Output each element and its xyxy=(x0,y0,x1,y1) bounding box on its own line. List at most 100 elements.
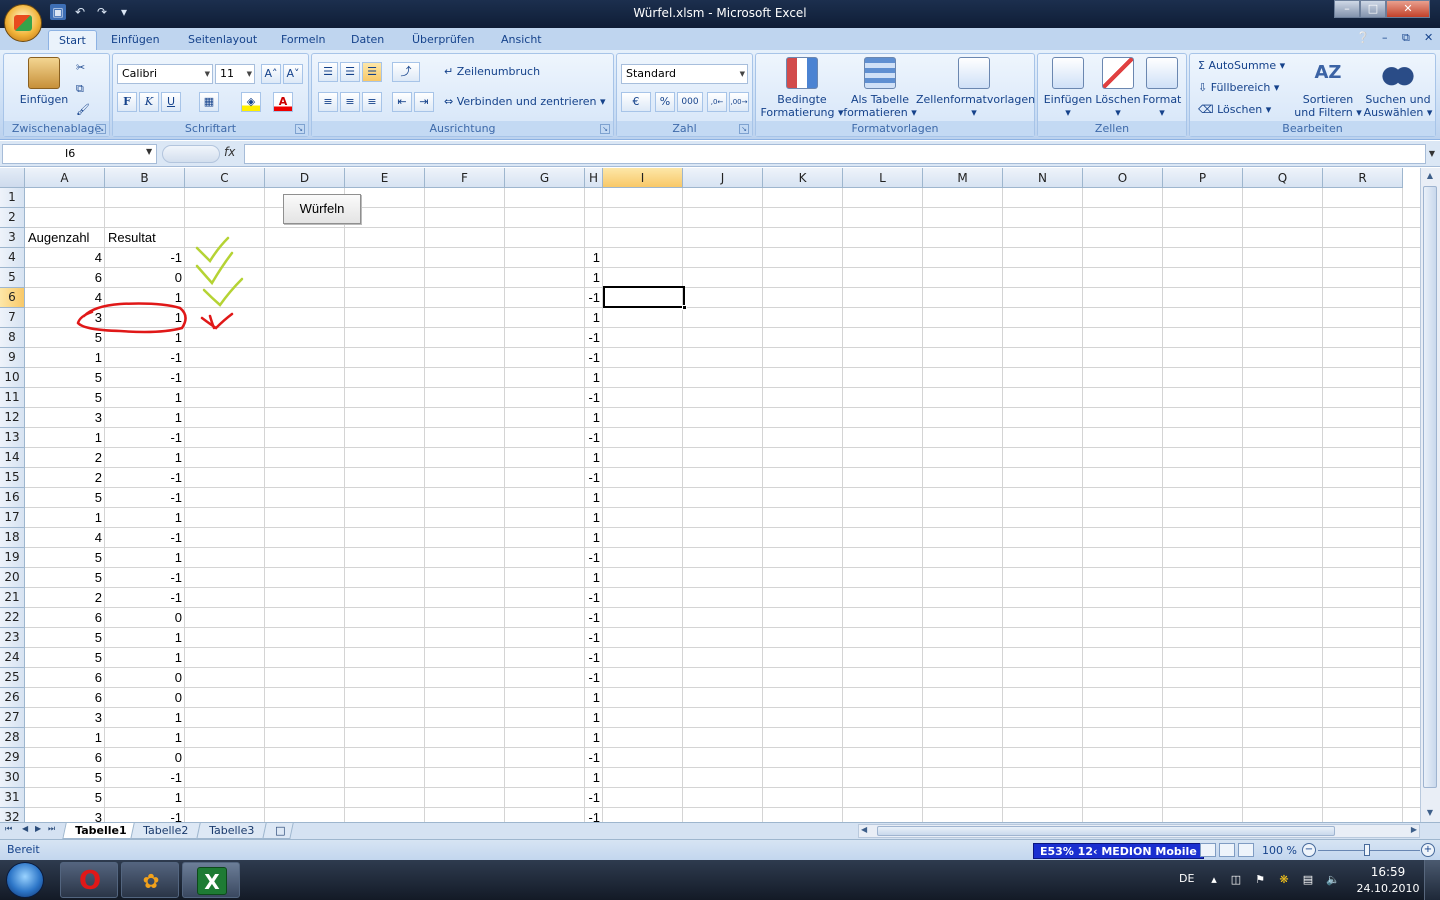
cell-b6[interactable]: 1 xyxy=(105,288,185,308)
row-header-1[interactable]: 1 xyxy=(0,188,25,208)
orientation-icon[interactable]: ⤴ xyxy=(392,62,420,82)
alignment-launcher-icon[interactable]: ↘ xyxy=(600,124,610,134)
row-header-17[interactable]: 17 xyxy=(0,508,25,528)
column-header-r[interactable]: R xyxy=(1323,168,1403,188)
cell-h4[interactable]: 1 xyxy=(585,248,603,268)
cell-h30[interactable]: 1 xyxy=(585,768,603,788)
column-header-o[interactable]: O xyxy=(1083,168,1163,188)
wuerfeln-button[interactable]: Würfeln xyxy=(283,194,361,224)
tray-show-hidden-icon[interactable]: ▴ xyxy=(1208,874,1220,886)
column-header-g[interactable]: G xyxy=(505,168,585,188)
column-header-b[interactable]: B xyxy=(105,168,185,188)
cell-b4[interactable]: -1 xyxy=(105,248,185,268)
row-header-3[interactable]: 3 xyxy=(0,228,25,248)
tray-network-icon[interactable]: ▤ xyxy=(1302,874,1314,886)
cell-h23[interactable]: -1 xyxy=(585,628,603,648)
show-desktop-button[interactable] xyxy=(1424,860,1440,900)
column-header-f[interactable]: F xyxy=(425,168,505,188)
cell-h8[interactable]: -1 xyxy=(585,328,603,348)
cell-b31[interactable]: 1 xyxy=(105,788,185,808)
insert-function-button[interactable]: fx xyxy=(224,145,235,159)
cell-b14[interactable]: 1 xyxy=(105,448,185,468)
font-size-combo[interactable]: 11 ▼ xyxy=(215,64,255,84)
cell-a32[interactable]: 3 xyxy=(25,808,105,822)
cell-b5[interactable]: 0 xyxy=(105,268,185,288)
align-middle-icon[interactable]: ☰ xyxy=(340,62,360,82)
increase-indent-icon[interactable]: ⇥ xyxy=(414,92,434,112)
row-header-6[interactable]: 6 xyxy=(0,288,25,308)
cell-a23[interactable]: 5 xyxy=(25,628,105,648)
help-icon[interactable]: ❔ xyxy=(1356,31,1370,44)
sheet-tab-tabelle3[interactable]: Tabelle3 xyxy=(196,823,267,839)
cell-a4[interactable]: 4 xyxy=(25,248,105,268)
tab-daten[interactable]: Daten xyxy=(341,30,394,50)
cell-b28[interactable]: 1 xyxy=(105,728,185,748)
row-header-29[interactable]: 29 xyxy=(0,748,25,768)
scroll-down-icon[interactable]: ▼ xyxy=(1423,806,1437,820)
column-header-j[interactable]: J xyxy=(683,168,763,188)
tray-star-icon[interactable]: ❋ xyxy=(1278,874,1290,886)
cell-h27[interactable]: 1 xyxy=(585,708,603,728)
ribbon-close-icon[interactable]: ✕ xyxy=(1424,31,1433,44)
cell-h16[interactable]: 1 xyxy=(585,488,603,508)
delete-cells-button[interactable]: Löschen ▾ xyxy=(1094,57,1142,119)
cell-a3-augenzahl[interactable]: Augenzahl xyxy=(25,228,105,248)
wrap-text-button[interactable]: ↵ Zeilenumbruch xyxy=(444,62,540,82)
font-launcher-icon[interactable]: ↘ xyxy=(295,124,305,134)
cell-a16[interactable]: 5 xyxy=(25,488,105,508)
currency-icon[interactable]: € xyxy=(621,92,651,112)
row-header-8[interactable]: 8 xyxy=(0,328,25,348)
cell-b9[interactable]: -1 xyxy=(105,348,185,368)
font-color-button[interactable]: A xyxy=(273,92,293,112)
ribbon-minimize-icon[interactable]: – xyxy=(1382,31,1388,44)
cell-h26[interactable]: 1 xyxy=(585,688,603,708)
copy-icon[interactable]: ⧉ xyxy=(76,79,84,99)
row-header-9[interactable]: 9 xyxy=(0,348,25,368)
row-header-27[interactable]: 27 xyxy=(0,708,25,728)
align-left-icon[interactable]: ≡ xyxy=(318,92,338,112)
cell-b15[interactable]: -1 xyxy=(105,468,185,488)
fill-color-icon[interactable]: ◈ xyxy=(241,92,261,112)
column-header-a[interactable]: A xyxy=(25,168,105,188)
insert-cells-button[interactable]: Einfügen ▾ xyxy=(1042,57,1094,119)
merge-center-button[interactable]: ⇔ Verbinden und zentrieren ▾ xyxy=(444,92,606,112)
cell-h29[interactable]: -1 xyxy=(585,748,603,768)
tab-ueberpruefen[interactable]: Überprüfen xyxy=(402,30,484,50)
cell-a8[interactable]: 5 xyxy=(25,328,105,348)
cell-b29[interactable]: 0 xyxy=(105,748,185,768)
row-header-31[interactable]: 31 xyxy=(0,788,25,808)
align-top-icon[interactable]: ☰ xyxy=(318,62,338,82)
row-header-2[interactable]: 2 xyxy=(0,208,25,228)
row-header-5[interactable]: 5 xyxy=(0,268,25,288)
format-as-table-button[interactable]: Als Tabelle formatieren ▾ xyxy=(842,57,918,119)
next-sheet-icon[interactable]: ▶ xyxy=(35,824,41,833)
normal-view-icon[interactable] xyxy=(1200,843,1216,857)
sheet-tab-tabelle2[interactable]: Tabelle2 xyxy=(130,823,201,839)
cell-h15[interactable]: -1 xyxy=(585,468,603,488)
decrease-indent-icon[interactable]: ⇤ xyxy=(392,92,412,112)
column-header-q[interactable]: Q xyxy=(1243,168,1323,188)
row-header-15[interactable]: 15 xyxy=(0,468,25,488)
row-header-28[interactable]: 28 xyxy=(0,728,25,748)
cell-b27[interactable]: 1 xyxy=(105,708,185,728)
cell-h13[interactable]: -1 xyxy=(585,428,603,448)
formula-bar-splitter[interactable] xyxy=(162,145,220,163)
name-box-dropdown-icon[interactable]: ▼ xyxy=(146,147,152,156)
cell-h12[interactable]: 1 xyxy=(585,408,603,428)
cell-b20[interactable]: -1 xyxy=(105,568,185,588)
italic-button[interactable]: K xyxy=(139,92,159,112)
cell-a25[interactable]: 6 xyxy=(25,668,105,688)
paste-button[interactable]: Einfügen xyxy=(16,57,72,106)
taskbar-excel[interactable]: X xyxy=(182,862,240,898)
autosum-button[interactable]: Σ AutoSumme ▾ xyxy=(1198,56,1285,76)
cell-a6[interactable]: 4 xyxy=(25,288,105,308)
cell-a19[interactable]: 5 xyxy=(25,548,105,568)
insert-sheet-icon[interactable]: □ xyxy=(262,823,294,839)
cell-a21[interactable]: 2 xyxy=(25,588,105,608)
cell-b18[interactable]: -1 xyxy=(105,528,185,548)
cell-b23[interactable]: 1 xyxy=(105,628,185,648)
zoom-level[interactable]: 100 % xyxy=(1262,844,1297,857)
redo-icon[interactable]: ↷ xyxy=(94,4,110,20)
row-header-14[interactable]: 14 xyxy=(0,448,25,468)
cell-h5[interactable]: 1 xyxy=(585,268,603,288)
